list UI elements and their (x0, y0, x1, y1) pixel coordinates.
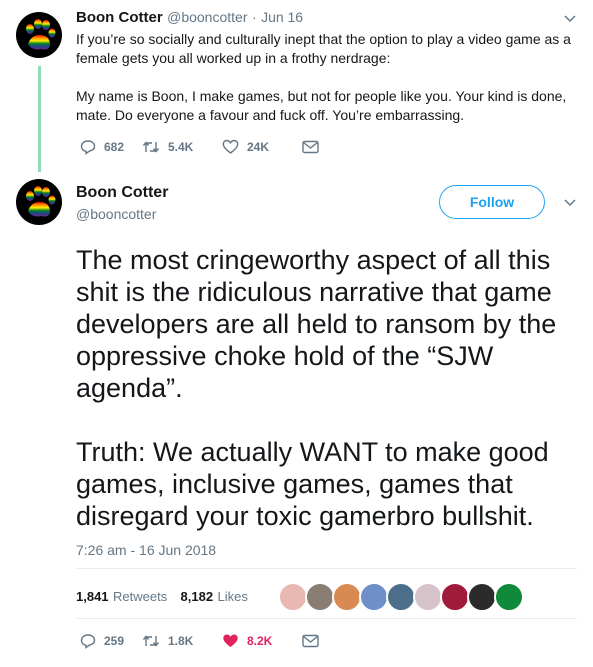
heart-filled-icon (223, 634, 238, 647)
reply-tweet-paragraph-2: My name is Boon, I make games, but not f… (76, 88, 567, 123)
main-tweet-paragraph-2: Truth: We actually WANT to make good gam… (76, 437, 549, 531)
follow-button[interactable]: Follow (439, 185, 545, 219)
main-tweet-text: The most cringeworthy aspect of all this… (76, 244, 581, 532)
retweet-total: 1,841 (76, 589, 109, 604)
liker-avatar[interactable] (305, 582, 335, 612)
like-button[interactable]: 8.2K (222, 633, 302, 649)
like-button[interactable]: 24K (222, 139, 302, 155)
author-handle[interactable]: @booncotter (76, 206, 156, 222)
likes-stat[interactable]: 8,182 Likes (181, 588, 248, 605)
liker-avatar[interactable] (494, 582, 524, 612)
direct-message-button[interactable] (302, 633, 327, 649)
like-count: 8.2K (247, 634, 273, 648)
reply-icon (80, 140, 96, 155)
retweets-stat[interactable]: 1,841 Retweets (76, 588, 172, 605)
author-name[interactable]: Boon Cotter (76, 9, 163, 26)
retweet-button[interactable]: 1.8K (142, 633, 222, 649)
envelope-icon (302, 634, 319, 648)
reply-count: 682 (104, 140, 125, 154)
chevron-down-icon[interactable] (564, 199, 576, 207)
retweet-count: 5.4K (168, 140, 194, 154)
reply-tweet-text: If you’re so socially and culturally ine… (76, 30, 581, 125)
chevron-down-icon[interactable] (564, 15, 576, 23)
retweet-count: 1.8K (168, 634, 194, 648)
liker-avatar[interactable] (386, 582, 416, 612)
reply-tweet-header: Boon Cotter @booncotter · Jun 16 (76, 9, 303, 27)
envelope-icon (302, 140, 319, 154)
heart-icon (222, 139, 239, 154)
author-name[interactable]: Boon Cotter (76, 184, 168, 202)
tweet-timestamp[interactable]: 7:26 am - 16 Jun 2018 (76, 542, 216, 558)
reply-tweet-paragraph-1: If you’re so socially and culturally ine… (76, 31, 571, 66)
reply-tweet-actions: 682 5.4K 24K (80, 139, 327, 155)
divider (76, 568, 577, 569)
thread-connector-line (38, 66, 41, 172)
retweet-icon (142, 635, 160, 647)
tweet-stats: 1,841 Retweets 8,182 Likes (76, 588, 248, 606)
liker-avatar[interactable] (278, 582, 308, 612)
liker-avatar[interactable] (359, 582, 389, 612)
direct-message-button[interactable] (302, 139, 327, 155)
like-label: Likes (217, 589, 248, 604)
author-avatar[interactable] (16, 12, 62, 58)
retweet-label: Retweets (113, 589, 168, 604)
retweet-button[interactable]: 5.4K (142, 139, 222, 155)
liker-avatar[interactable] (413, 582, 443, 612)
like-total: 8,182 (180, 589, 214, 604)
liker-avatar[interactable] (332, 582, 362, 612)
reply-button[interactable]: 259 (80, 633, 142, 649)
liker-avatar[interactable] (440, 582, 470, 612)
paw-logo-icon (26, 186, 56, 217)
author-avatar[interactable] (16, 179, 62, 225)
main-tweet-actions: 259 1.8K 8.2K (80, 633, 327, 649)
like-count: 24K (247, 140, 270, 154)
date-separator: · (251, 9, 257, 25)
author-handle[interactable]: @booncotter (167, 9, 247, 25)
divider (76, 618, 577, 619)
reply-icon (80, 634, 96, 649)
retweet-icon (142, 141, 160, 153)
paw-logo-icon (26, 19, 56, 50)
reply-button[interactable]: 682 (80, 139, 142, 155)
liker-avatar[interactable] (467, 582, 497, 612)
reply-count: 259 (104, 634, 125, 648)
tweet-date[interactable]: Jun 16 (261, 9, 303, 25)
main-tweet-paragraph-1: The most cringeworthy aspect of all this… (76, 245, 557, 403)
